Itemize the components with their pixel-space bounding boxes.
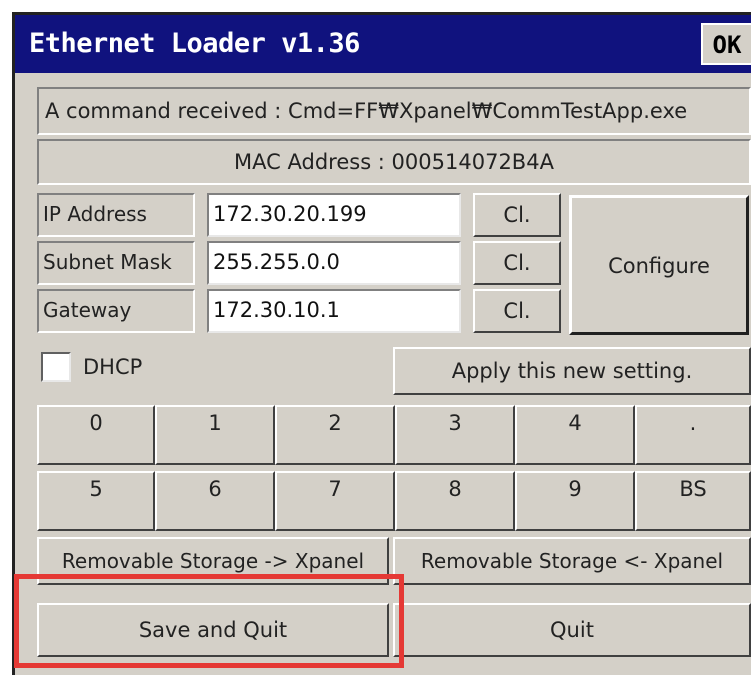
configure-button[interactable]: Configure <box>569 195 749 335</box>
gateway-label: Gateway <box>37 289 195 333</box>
save-and-quit-button[interactable]: Save and Quit <box>37 603 389 657</box>
key-5[interactable]: 5 <box>37 471 155 531</box>
clear-subnet-button[interactable]: Cl. <box>473 241 561 285</box>
clear-ip-button[interactable]: Cl. <box>473 193 561 237</box>
apply-setting-button[interactable]: Apply this new setting. <box>393 347 751 395</box>
key-dot[interactable]: . <box>635 405 751 465</box>
subnet-mask-input[interactable]: 255.255.0.0 <box>207 241 461 285</box>
title-bar: Ethernet Loader v1.36 OK <box>15 15 751 73</box>
gateway-input[interactable]: 172.30.10.1 <box>207 289 461 333</box>
ip-address-input[interactable]: 172.30.20.199 <box>207 193 461 237</box>
key-8[interactable]: 8 <box>395 471 515 531</box>
clear-gateway-button[interactable]: Cl. <box>473 289 561 333</box>
key-backspace[interactable]: BS <box>635 471 751 531</box>
key-9[interactable]: 9 <box>515 471 635 531</box>
key-3[interactable]: 3 <box>395 405 515 465</box>
quit-button[interactable]: Quit <box>393 603 751 657</box>
dhcp-checkbox[interactable] <box>41 352 71 382</box>
dhcp-label: DHCP <box>83 355 143 379</box>
command-status: A command received : Cmd=FF₩Xpanel₩CommT… <box>37 87 751 135</box>
key-2[interactable]: 2 <box>275 405 395 465</box>
ip-address-label: IP Address <box>37 193 195 237</box>
key-1[interactable]: 1 <box>155 405 275 465</box>
mac-address: MAC Address : 000514072B4A <box>37 139 751 185</box>
key-6[interactable]: 6 <box>155 471 275 531</box>
window-title: Ethernet Loader v1.36 <box>29 28 360 59</box>
ethernet-loader-window: Ethernet Loader v1.36 OK A command recei… <box>12 12 751 675</box>
key-0[interactable]: 0 <box>37 405 155 465</box>
subnet-mask-label: Subnet Mask <box>37 241 195 285</box>
storage-from-xpanel-button[interactable]: Removable Storage <- Xpanel <box>393 537 751 585</box>
key-4[interactable]: 4 <box>515 405 635 465</box>
storage-to-xpanel-button[interactable]: Removable Storage -> Xpanel <box>37 537 389 585</box>
key-7[interactable]: 7 <box>275 471 395 531</box>
ok-button[interactable]: OK <box>701 23 751 65</box>
